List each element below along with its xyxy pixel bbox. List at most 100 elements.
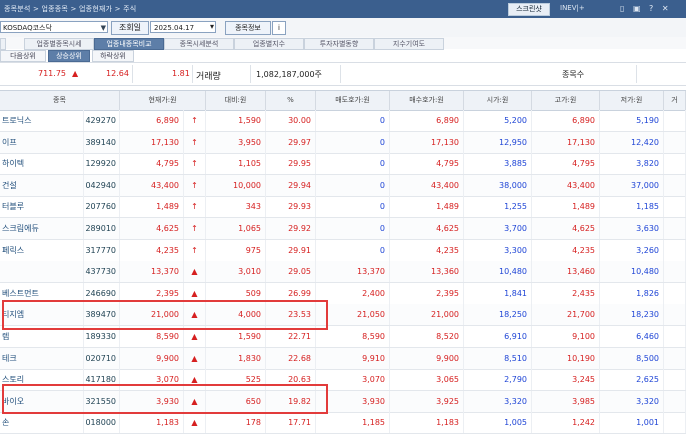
index-change-pct: 1.81 xyxy=(172,69,190,78)
table-row[interactable]: 손 018000 1,183 ▲ 178 17.71 1,185 1,183 1,005 1,24… xyxy=(0,412,686,435)
cell-open: 2,790 xyxy=(464,369,532,391)
chevron-down-icon[interactable]: ▼ xyxy=(101,22,106,34)
tab-fall-top[interactable]: 하락상위 xyxy=(92,50,134,62)
cell-name: 하이텍 xyxy=(0,153,84,175)
screenshot-button[interactable]: 스크린샷 xyxy=(508,3,550,16)
cell-chg: 3,950 xyxy=(206,131,266,153)
stock-info-button[interactable]: 종목정보 xyxy=(225,21,271,35)
up-triangle-icon: ▲ xyxy=(184,261,206,283)
col-header-open[interactable]: 시가:원 xyxy=(464,91,532,110)
up-triangle-icon: ▲ xyxy=(184,390,206,412)
table-row[interactable]: 건설 042940 43,400 ↑ 10,000 29.94 0 43,400 38,000 4… xyxy=(0,174,686,197)
cell-name: 렙 xyxy=(0,326,84,347)
cell-open: 5,200 xyxy=(464,110,532,131)
cell-extra xyxy=(664,282,686,304)
cell-high: 4,235 xyxy=(532,239,600,261)
cell-low: 10,480 xyxy=(600,261,664,283)
cell-bid: 2,395 xyxy=(390,282,464,304)
cell-name: 손 xyxy=(0,412,84,434)
cell-high: 21,700 xyxy=(532,304,600,326)
col-header-extra[interactable]: 거 xyxy=(664,91,686,110)
cell-bid: 3,065 xyxy=(390,369,464,391)
cell-low: 3,630 xyxy=(600,218,664,239)
cell-pct: 23.53 xyxy=(266,304,316,326)
col-header-ask[interactable]: 매도호가:원 xyxy=(316,91,390,110)
cell-code: 207760 xyxy=(84,196,120,218)
cell-high: 1,242 xyxy=(532,412,600,434)
info-icon[interactable]: i xyxy=(272,21,286,35)
date-field[interactable]: 2025.04.17 ▾ xyxy=(150,21,216,33)
cell-chg: 178 xyxy=(206,412,266,434)
limit-up-arrow-icon: ↑ xyxy=(184,239,206,261)
cell-low: 18,230 xyxy=(600,304,664,326)
table-row[interactable]: 티지엠 389470 21,000 ▲ 4,000 23.53 21,050 21,000 18… xyxy=(0,304,686,327)
cell-open: 10,480 xyxy=(464,261,532,283)
cell-pct: 30.00 xyxy=(266,110,316,131)
table-row[interactable]: 페릭스 317770 4,235 ↑ 975 29.91 0 4,235 3,300 4,235 3… xyxy=(0,239,686,262)
cell-high: 3,245 xyxy=(532,369,600,391)
cell-bid: 3,925 xyxy=(390,390,464,412)
limit-up-arrow-icon: ↑ xyxy=(184,218,206,239)
cell-bid: 17,130 xyxy=(390,131,464,153)
col-header-low[interactable]: 저가:원 xyxy=(600,91,664,110)
cell-bid: 6,890 xyxy=(390,110,464,131)
col-header-pct[interactable]: % xyxy=(266,91,316,110)
cell-ask: 0 xyxy=(316,218,390,239)
table-row[interactable]: 바이오 321550 3,930 ▲ 650 19.82 3,930 3,925 3,320 3,… xyxy=(0,390,686,413)
cell-ask: 21,050 xyxy=(316,304,390,326)
table-row[interactable]: 437730 13,370 ▲ 3,010 29.05 13,370 13,360 10,48… xyxy=(0,261,686,284)
cell-open: 3,700 xyxy=(464,218,532,239)
window-controls-icon[interactable]: ▯ ▣ ? ✕ xyxy=(620,4,672,13)
cell-extra xyxy=(664,347,686,369)
index-change: 12.64 xyxy=(106,69,129,78)
cell-pct: 29.95 xyxy=(266,153,316,175)
table-row[interactable]: 이프 389140 17,130 ↑ 3,950 29.97 0 17,130 12,950 17… xyxy=(0,131,686,154)
tab-next-top[interactable]: 다음상위 xyxy=(0,50,46,62)
cell-chg: 4,000 xyxy=(206,304,266,326)
header-status-text: INEV|+ xyxy=(560,4,585,12)
cell-low: 2,625 xyxy=(600,369,664,391)
cell-open: 18,250 xyxy=(464,304,532,326)
lookup-date-button[interactable]: 조회일 xyxy=(111,21,149,35)
limit-up-arrow-icon: ↑ xyxy=(184,131,206,153)
table-row[interactable]: 테크 020710 9,900 ▲ 1,830 22.68 9,910 9,900 8,510 1… xyxy=(0,347,686,370)
cell-code: 429270 xyxy=(84,110,120,131)
cell-pct: 29.97 xyxy=(266,131,316,153)
table-row[interactable]: 베스트먼트 246690 2,395 ▲ 509 26.99 2,400 2,395 1,841… xyxy=(0,282,686,305)
cell-high: 17,130 xyxy=(532,131,600,153)
table-row[interactable]: 하이텍 129920 4,795 ↑ 1,105 29.95 0 4,795 3,885 4,79… xyxy=(0,153,686,176)
col-header-current[interactable]: 현재가:원 xyxy=(120,91,206,110)
cell-low: 3,320 xyxy=(600,390,664,412)
cell-cur: 6,890 xyxy=(120,110,184,131)
cell-chg: 3,010 xyxy=(206,261,266,283)
table-row[interactable]: 렙 189330 8,590 ▲ 1,590 22.71 8,590 8,520 6,910 9,… xyxy=(0,326,686,348)
col-header-change[interactable]: 대비:원 xyxy=(206,91,266,110)
cell-ask: 0 xyxy=(316,131,390,153)
col-header-high[interactable]: 고가:원 xyxy=(532,91,600,110)
stock-count-label: 종목수 xyxy=(562,70,585,79)
table-row[interactable]: 트로닉스 429270 6,890 ↑ 1,590 30.00 0 6,890 5,200 6,8… xyxy=(0,110,686,132)
calendar-icon[interactable]: ▾ xyxy=(210,21,214,33)
table-row[interactable]: 스토리 417180 3,070 ▲ 525 20.63 3,070 3,065 2,790 3,… xyxy=(0,369,686,392)
cell-name xyxy=(0,261,84,283)
cell-name: 이프 xyxy=(0,131,84,153)
col-header-bid[interactable]: 매수호가:원 xyxy=(390,91,464,110)
cell-extra xyxy=(664,239,686,261)
cell-extra xyxy=(664,153,686,175)
cell-code: 321550 xyxy=(84,390,120,412)
cell-extra xyxy=(664,131,686,153)
cell-extra xyxy=(664,261,686,283)
up-triangle-icon: ▲ xyxy=(184,369,206,391)
cell-extra xyxy=(664,326,686,347)
cell-low: 3,820 xyxy=(600,153,664,175)
title-bar: 종목분석 > 업종종목 > 업종현재가 > 주식 스크린샷 INEV|+ ▯ ▣… xyxy=(0,0,686,18)
tab-rise-top[interactable]: 상승상위 xyxy=(48,50,90,62)
cell-ask: 0 xyxy=(316,153,390,175)
cell-pct: 22.68 xyxy=(266,347,316,369)
col-header-stock[interactable]: 종목 xyxy=(0,91,120,110)
cell-bid: 13,360 xyxy=(390,261,464,283)
table-row[interactable]: 터블루 207760 1,489 ↑ 343 29.93 0 1,489 1,255 1,489 1… xyxy=(0,196,686,219)
cell-cur: 2,395 xyxy=(120,282,184,304)
table-row[interactable]: 스크림에듀 289010 4,625 ↑ 1,065 29.92 0 4,625 3,700 4,… xyxy=(0,218,686,240)
market-select[interactable]: KOSDAQ코스닥 ▼ xyxy=(0,21,108,33)
